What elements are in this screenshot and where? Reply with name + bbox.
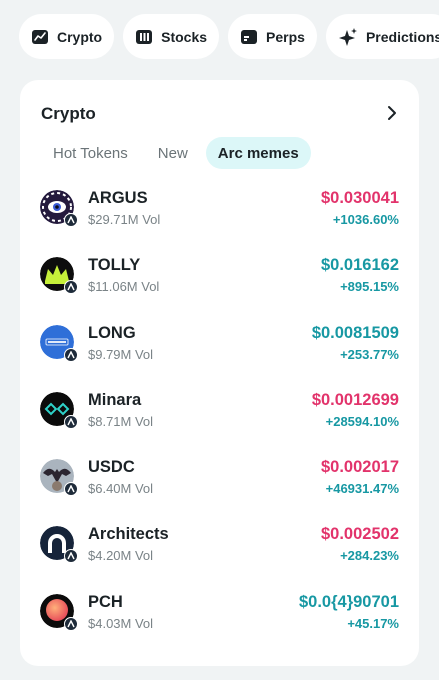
- crypto-card: Crypto Hot Tokens New Arc memes ARGUS $2…: [20, 80, 419, 666]
- token-price: $0.0{4}90701: [298, 592, 399, 611]
- chevron-right-icon[interactable]: [387, 105, 397, 126]
- token-change: +45.17%: [347, 615, 399, 631]
- sparkle-icon: [338, 27, 358, 47]
- token-change: +253.77%: [340, 346, 399, 362]
- token-row[interactable]: Architects $4.20M Vol $0.002502 +284.23%: [20, 516, 419, 583]
- chart-line-icon: [31, 28, 49, 46]
- token-list: ARGUS $29.71M Vol $0.030041 +1036.60% TO…: [20, 180, 419, 651]
- token-price: $0.016162: [321, 256, 399, 275]
- arc-chain-icon: [64, 414, 78, 429]
- argus-eye-logo: [40, 190, 78, 227]
- arc-chain-icon: [64, 549, 78, 564]
- token-price: $0.030041: [321, 189, 399, 207]
- tab-arc-memes[interactable]: Arc memes: [205, 137, 311, 169]
- token-change: +895.15%: [340, 279, 399, 295]
- chip-label: Predictions: [365, 28, 439, 45]
- arc-chain-icon: [64, 280, 78, 295]
- token-row[interactable]: TOLLY $11.06M Vol $0.016162 +895.15%: [20, 247, 419, 314]
- token-name: PCH: [88, 592, 123, 611]
- chip-label: Stocks: [161, 28, 208, 45]
- token-change: +1036.60%: [332, 212, 399, 227]
- token-name: Architects: [88, 525, 169, 544]
- usdc-bat-logo: [40, 459, 78, 497]
- perps-icon: [240, 28, 258, 46]
- chip-perps[interactable]: Perps: [228, 14, 317, 59]
- arc-chain-icon: [64, 482, 78, 497]
- token-name: ARGUS: [88, 189, 148, 207]
- chip-label: Crypto: [57, 28, 103, 45]
- chip-predictions[interactable]: Predictions: [325, 14, 439, 59]
- bar-chart-icon: [135, 28, 153, 46]
- arc-chain-icon: [64, 616, 78, 631]
- token-row[interactable]: LONG $9.79M Vol $0.0081509 +253.77%: [20, 315, 419, 382]
- token-price: $0.002502: [321, 525, 399, 544]
- pch-orb-logo: [40, 593, 78, 631]
- chip-label: Perps: [266, 28, 305, 45]
- token-change: +46931.47%: [325, 481, 399, 497]
- chip-crypto[interactable]: Crypto: [19, 14, 115, 59]
- token-change: +28594.10%: [325, 413, 399, 429]
- token-name: TOLLY: [88, 256, 141, 275]
- architects-arch-logo: [40, 526, 78, 564]
- token-volume: $9.79M Vol: [88, 346, 154, 362]
- token-row[interactable]: Minara $8.71M Vol $0.0012699 +28594.10%: [20, 382, 419, 449]
- minara-logo: [40, 391, 78, 429]
- token-price: $0.0012699: [311, 390, 399, 409]
- token-volume: $4.20M Vol: [88, 548, 154, 564]
- token-row[interactable]: ARGUS $29.71M Vol $0.030041 +1036.60%: [20, 180, 419, 247]
- card-title: Crypto: [41, 104, 96, 123]
- token-name: LONG: [88, 323, 136, 342]
- token-price: $0.002017: [321, 458, 399, 477]
- tolly-crown-logo: [40, 257, 78, 295]
- token-price: $0.0081509: [311, 323, 399, 342]
- tab-hot-tokens[interactable]: Hot Tokens: [41, 137, 140, 169]
- arc-chain-icon: [64, 213, 78, 227]
- token-row[interactable]: USDC $6.40M Vol $0.002017 +46931.47%: [20, 449, 419, 516]
- category-chips: Crypto Stocks Perps Predictions: [19, 14, 439, 59]
- token-change: +284.23%: [340, 548, 399, 564]
- token-name: Minara: [88, 390, 142, 409]
- token-row[interactable]: PCH $4.03M Vol $0.0{4}90701 +45.17%: [20, 584, 419, 651]
- arc-chain-icon: [64, 347, 78, 362]
- tab-new[interactable]: New: [146, 137, 200, 169]
- chip-stocks[interactable]: Stocks: [123, 14, 220, 59]
- token-tabs: Hot Tokens New Arc memes: [41, 137, 311, 169]
- token-volume: $4.03M Vol: [88, 615, 154, 631]
- token-name: USDC: [88, 458, 135, 477]
- token-volume: $29.71M Vol: [88, 212, 161, 227]
- long-logo: [40, 324, 78, 362]
- token-volume: $11.06M Vol: [88, 279, 160, 295]
- token-volume: $6.40M Vol: [88, 481, 154, 497]
- token-volume: $8.71M Vol: [88, 413, 154, 429]
